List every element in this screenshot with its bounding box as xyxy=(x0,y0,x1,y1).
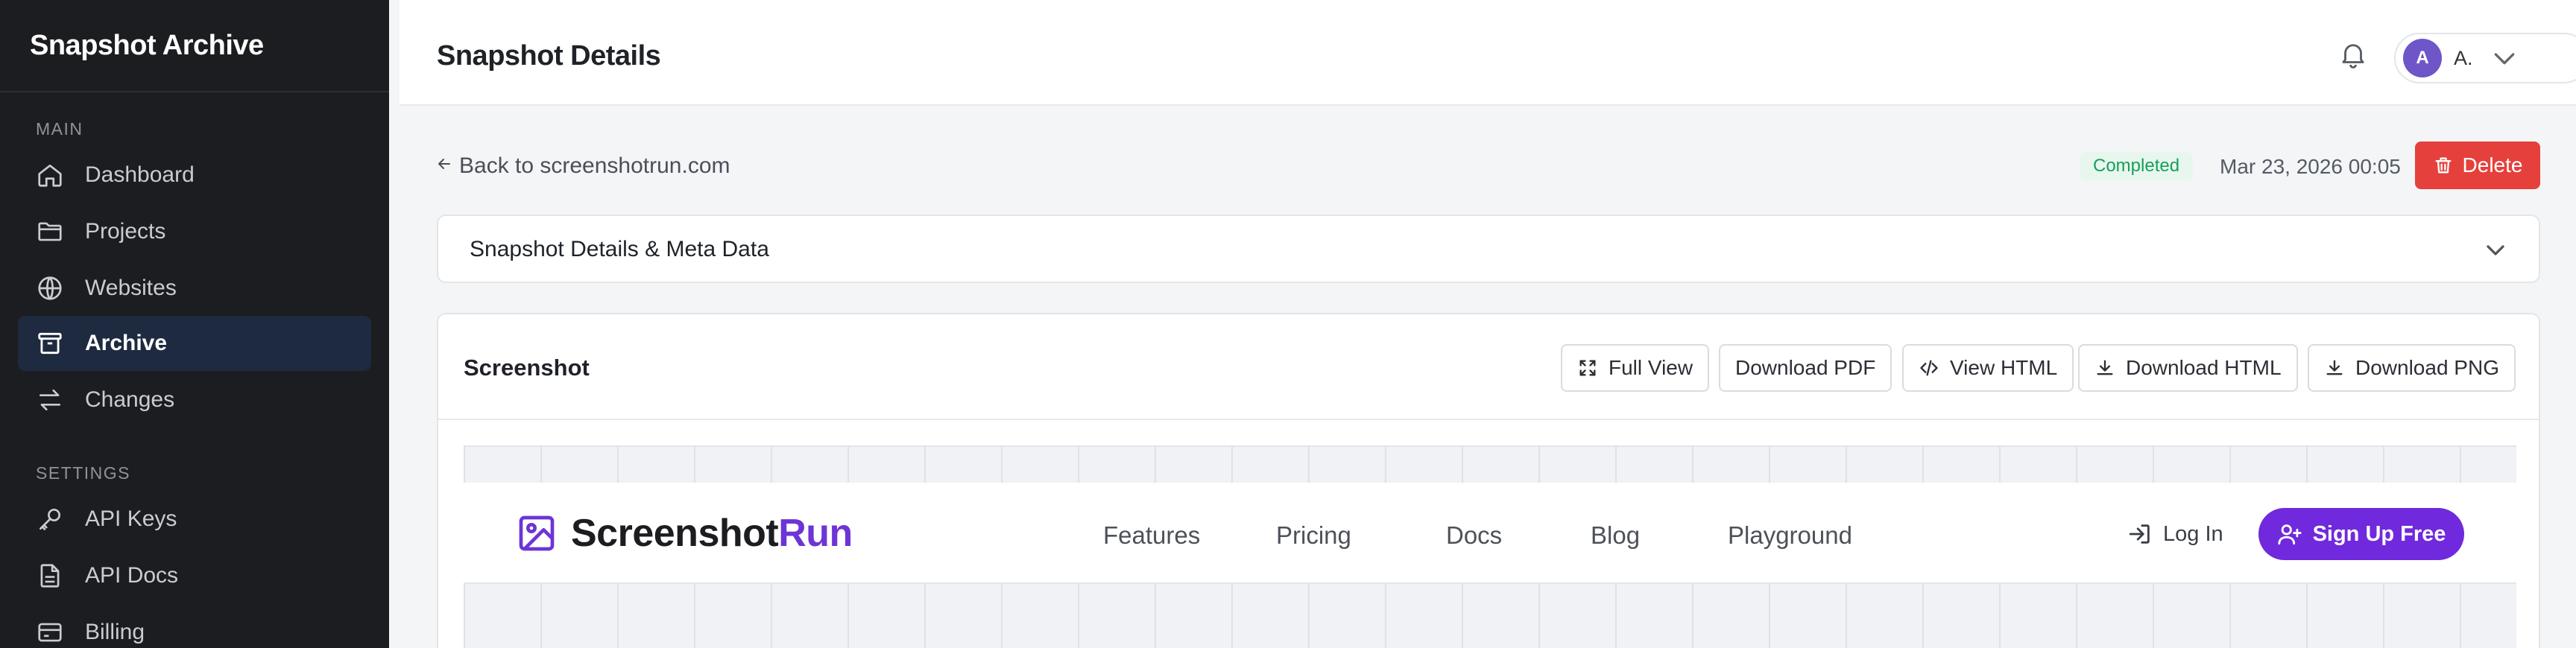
meta-panel-title: Snapshot Details & Meta Data xyxy=(470,237,769,261)
user-plus-icon xyxy=(2277,524,2302,545)
credit-card-icon xyxy=(38,623,62,642)
full-view-button[interactable]: Full View xyxy=(1561,344,1710,392)
expand-icon xyxy=(1579,360,1596,376)
download-png-label: Download PNG xyxy=(2355,356,2499,379)
globe-icon xyxy=(38,276,62,300)
preview-logo: Screenshot Run xyxy=(516,511,853,556)
delete-button-label: Delete xyxy=(2462,153,2523,177)
image-icon xyxy=(519,515,555,551)
sidebar-item-billing[interactable]: Billing xyxy=(18,605,371,648)
sidebar-item-label: API Docs xyxy=(85,563,179,588)
arrow-left-icon xyxy=(435,153,453,179)
view-html-label: View HTML xyxy=(1950,356,2058,379)
download-html-button[interactable]: Download HTML xyxy=(2078,344,2298,392)
sidebar-item-label: Changes xyxy=(85,387,175,412)
folder-icon xyxy=(38,222,62,241)
sidebar-item-label: Dashboard xyxy=(85,162,195,187)
sidebar-item-api-keys[interactable]: API Keys xyxy=(18,492,371,547)
top-header: Snapshot Details A A. xyxy=(400,0,2576,106)
back-link[interactable]: Back to screenshotrun.com xyxy=(435,153,730,179)
delete-button[interactable]: Delete xyxy=(2415,142,2540,189)
preview-nav-playground: Playground xyxy=(1728,521,1852,549)
sidebar-item-projects[interactable]: Projects xyxy=(18,204,371,259)
status-badge: Completed xyxy=(2080,152,2194,180)
app-brand[interactable]: Snapshot Archive xyxy=(0,0,389,92)
document-icon xyxy=(40,564,60,588)
screenshot-preview[interactable]: Screenshot Run Features Pricing Docs Blog… xyxy=(464,445,2516,648)
section-title-main: MAIN xyxy=(36,119,83,139)
login-icon xyxy=(2129,524,2150,544)
preview-logo-text: Screenshot xyxy=(571,512,779,555)
preview-nav-pricing: Pricing xyxy=(1276,521,1351,549)
code-icon xyxy=(1920,360,1938,376)
back-link-label: Back to screenshotrun.com xyxy=(459,153,730,178)
sidebar-item-api-docs[interactable]: API Docs xyxy=(18,548,371,603)
full-view-label: Full View xyxy=(1609,356,1693,379)
trash-icon xyxy=(2435,157,2452,174)
page-title: Snapshot Details xyxy=(437,40,661,72)
sidebar-item-label: API Keys xyxy=(85,506,177,531)
sidebar-item-label: Archive xyxy=(85,331,168,355)
download-icon xyxy=(2097,360,2113,375)
preview-login-label: Log In xyxy=(2163,521,2223,546)
chevron-down-icon xyxy=(2494,53,2514,65)
preview-navbar: Screenshot Run Features Pricing Docs Blog… xyxy=(464,483,2516,584)
download-pdf-button[interactable]: Download PDF xyxy=(1719,344,1892,392)
view-html-button[interactable]: View HTML xyxy=(1902,344,2074,392)
download-icon xyxy=(2326,360,2343,375)
bell-icon[interactable] xyxy=(2337,37,2369,72)
download-pdf-label: Download PDF xyxy=(1735,356,1876,379)
preview-login: Log In xyxy=(2127,521,2223,547)
sidebar-item-websites[interactable]: Websites xyxy=(18,261,371,316)
avatar: A xyxy=(2403,39,2442,77)
key-icon xyxy=(39,508,61,530)
chevron-down-icon[interactable] xyxy=(2481,235,2510,265)
preview-nav-features: Features xyxy=(1103,521,1201,549)
screenshot-panel-title: Screenshot xyxy=(464,355,590,381)
preview-signup-button: Sign Up Free xyxy=(2258,508,2464,560)
preview-nav-docs: Docs xyxy=(1446,521,1503,549)
arrows-swap-icon xyxy=(39,389,61,411)
user-menu[interactable]: A A. xyxy=(2394,33,2576,83)
sidebar-item-archive[interactable]: Archive xyxy=(18,316,371,371)
sidebar: Snapshot Archive MAIN Dashboard Projects… xyxy=(0,0,389,648)
sidebar-item-label: Billing xyxy=(85,620,145,644)
user-name: A. xyxy=(2454,46,2473,69)
download-png-button[interactable]: Download PNG xyxy=(2308,344,2516,392)
preview-nav-blog: Blog xyxy=(1591,521,1641,549)
preview-signup-label: Sign Up Free xyxy=(2312,521,2446,546)
section-title-settings: SETTINGS xyxy=(36,463,131,483)
meta-data-panel[interactable]: Snapshot Details & Meta Data xyxy=(437,215,2540,283)
panel-divider xyxy=(438,419,2539,420)
archive-icon xyxy=(38,332,62,355)
download-html-label: Download HTML xyxy=(2126,356,2282,379)
preview-logo-accent: Run xyxy=(778,512,853,555)
sidebar-item-changes[interactable]: Changes xyxy=(18,372,371,428)
sidebar-item-label: Websites xyxy=(85,276,177,300)
sidebar-item-label: Projects xyxy=(85,219,166,244)
sidebar-item-dashboard[interactable]: Dashboard xyxy=(18,147,371,203)
home-icon xyxy=(38,164,62,187)
screenshot-panel: Screenshot Full View Download PDF View H… xyxy=(437,313,2540,648)
snapshot-timestamp: Mar 23, 2026 00:05 xyxy=(2220,155,2401,178)
